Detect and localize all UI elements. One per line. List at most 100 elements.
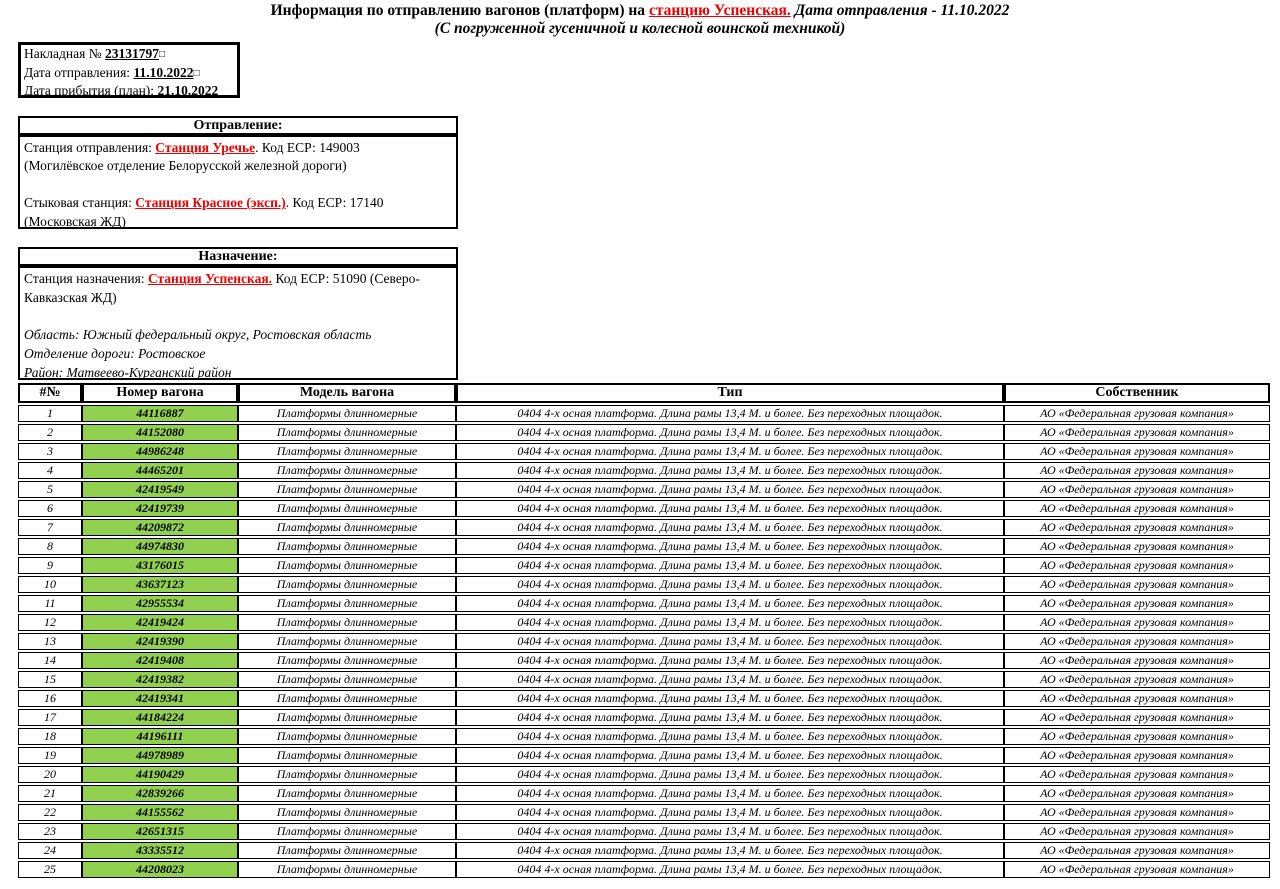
wagon-owner-cell: АО «Федеральная грузовая компания» [1004, 785, 1270, 802]
departure-date-label: Дата отправления: [24, 65, 133, 80]
wagon-type-cell: 0404 4-х осная платформа. Длина рамы 13,… [456, 709, 1004, 726]
wagon-number-cell: 44152080 [82, 424, 238, 441]
wagon-type-cell: 0404 4-х осная платформа. Длина рамы 13,… [456, 557, 1004, 574]
wagon-owner-cell: АО «Федеральная грузовая компания» [1004, 481, 1270, 498]
wagon-model-cell: Платформы длинномерные [238, 557, 456, 574]
wagon-number-cell: 42419424 [82, 614, 238, 631]
row-index-cell: 15 [18, 671, 82, 688]
wagon-owner-cell: АО «Федеральная грузовая компания» [1004, 671, 1270, 688]
wagon-number-cell: 44986248 [82, 443, 238, 460]
title-station-link[interactable]: станцию Успенская. [649, 2, 791, 19]
wagon-type-cell: 0404 4-х осная платформа. Длина рамы 13,… [456, 804, 1004, 821]
wagon-owner-cell: АО «Федеральная грузовая компания» [1004, 614, 1270, 631]
destination-section-header: Назначение: [18, 247, 458, 266]
wagon-type-cell: 0404 4-х осная платформа. Длина рамы 13,… [456, 652, 1004, 669]
wagon-model-cell: Платформы длинномерные [238, 690, 456, 707]
wagon-type-cell: 0404 4-х осная платформа. Длина рамы 13,… [456, 766, 1004, 783]
table-row: 344986248Платформы длинномерные0404 4-х … [18, 443, 1270, 460]
table-row: 1642419341Платформы длинномерные0404 4-х… [18, 690, 1270, 707]
wagon-owner-cell: АО «Федеральная грузовая компания» [1004, 519, 1270, 536]
row-index-cell: 22 [18, 804, 82, 821]
wagon-number-cell: 44974830 [82, 538, 238, 555]
wagon-model-cell: Платформы длинномерные [238, 633, 456, 650]
junction-station-line: Стыковая станция: Станция Красное (эксп.… [24, 194, 452, 212]
wagon-owner-cell: АО «Федеральная грузовая компания» [1004, 500, 1270, 517]
junction-station-label: Стыковая станция: [24, 195, 135, 210]
table-row: 1043637123Платформы длинномерные0404 4-х… [18, 576, 1270, 593]
waybill-number-line: Накладная № 23131797□ [24, 46, 234, 65]
wagon-number-cell: 42419341 [82, 690, 238, 707]
wagon-number-cell: 43335512 [82, 842, 238, 859]
junction-station-link[interactable]: Станция Красное (эксп.) [135, 195, 285, 210]
row-index-cell: 4 [18, 462, 82, 479]
wagon-number-cell: 44209872 [82, 519, 238, 536]
row-index-cell: 9 [18, 557, 82, 574]
wagon-model-cell: Платформы длинномерные [238, 766, 456, 783]
table-row: 2142839266Платформы длинномерные0404 4-х… [18, 785, 1270, 802]
table-row: 2443335512Платформы длинномерные0404 4-х… [18, 842, 1270, 859]
junction-station-code: . Код ЕСР: 17140 [286, 195, 384, 210]
wagon-number-cell: 44196111 [82, 728, 238, 745]
wagon-model-cell: Платформы длинномерные [238, 538, 456, 555]
wagon-owner-cell: АО «Федеральная грузовая компания» [1004, 823, 1270, 840]
table-row: 2342651315Платформы длинномерные0404 4-х… [18, 823, 1270, 840]
wagon-type-cell: 0404 4-х осная платформа. Длина рамы 13,… [456, 614, 1004, 631]
waybill-info-box: Накладная № 23131797□ Дата отправления: … [18, 42, 240, 98]
wagon-type-cell: 0404 4-х осная платформа. Длина рамы 13,… [456, 823, 1004, 840]
header-wagon-number: Номер вагона [82, 383, 238, 403]
table-row: 1442419408Платформы длинномерные0404 4-х… [18, 652, 1270, 669]
wagon-model-cell: Платформы длинномерные [238, 500, 456, 517]
row-index-cell: 19 [18, 747, 82, 764]
wagon-model-cell: Платформы длинномерные [238, 614, 456, 631]
departure-station-code: . Код ЕСР: 149003 [255, 140, 360, 155]
table-row: 1542419382Платформы длинномерные0404 4-х… [18, 671, 1270, 688]
wagon-owner-cell: АО «Федеральная грузовая компания» [1004, 766, 1270, 783]
departure-station-label: Станция отправления: [24, 140, 155, 155]
departure-date-line: Дата отправления: 11.10.2022□ [24, 65, 234, 84]
row-index-cell: 23 [18, 823, 82, 840]
row-index-cell: 14 [18, 652, 82, 669]
page-title: Информация по отправлению вагонов (платф… [0, 2, 1280, 20]
wagon-model-cell: Платформы длинномерные [238, 462, 456, 479]
wagon-number-cell: 42839266 [82, 785, 238, 802]
spacer [24, 308, 452, 326]
wagon-model-cell: Платформы длинномерные [238, 842, 456, 859]
table-row: 2044190429Платформы длинномерные0404 4-х… [18, 766, 1270, 783]
departure-date-mark: □ [193, 68, 199, 79]
wagon-model-cell: Платформы длинномерные [238, 595, 456, 612]
departure-station-note: (Могилёвское отделение Белорусской желез… [24, 157, 452, 175]
wagon-number-cell: 42419390 [82, 633, 238, 650]
row-index-cell: 24 [18, 842, 82, 859]
row-index-cell: 12 [18, 614, 82, 631]
title-prefix: Информация по отправлению вагонов (платф… [271, 2, 649, 19]
destination-station-link[interactable]: Станция Успенская. [148, 271, 272, 286]
table-row: 642419739Платформы длинномерные0404 4-х … [18, 500, 1270, 517]
wagon-owner-cell: АО «Федеральная грузовая компания» [1004, 709, 1270, 726]
waybill-number-label: Накладная № [24, 46, 105, 61]
wagon-owner-cell: АО «Федеральная грузовая компания» [1004, 538, 1270, 555]
destination-section-body: Станция назначения: Станция Успенская. К… [18, 266, 458, 380]
wagon-type-cell: 0404 4-х осная платформа. Длина рамы 13,… [456, 538, 1004, 555]
wagon-type-cell: 0404 4-х осная платформа. Длина рамы 13,… [456, 671, 1004, 688]
wagon-model-cell: Платформы длинномерные [238, 576, 456, 593]
wagon-model-cell: Платформы длинномерные [238, 424, 456, 441]
row-index-cell: 3 [18, 443, 82, 460]
page-subtitle: (С погруженной гусеничной и колесной вои… [0, 20, 1280, 38]
wagon-type-cell: 0404 4-х осная платформа. Длина рамы 13,… [456, 424, 1004, 441]
table-row: 1342419390Платформы длинномерные0404 4-х… [18, 633, 1270, 650]
wagon-owner-cell: АО «Федеральная грузовая компания» [1004, 405, 1270, 422]
destination-region: Область: Южный федеральный округ, Ростов… [24, 326, 452, 345]
wagon-owner-cell: АО «Федеральная грузовая компания» [1004, 595, 1270, 612]
destination-road-division: Отделение дороги: Ростовское [24, 345, 452, 364]
wagon-type-cell: 0404 4-х осная платформа. Длина рамы 13,… [456, 500, 1004, 517]
header-wagon-type: Тип [456, 383, 1004, 403]
wagon-number-cell: 44208023 [82, 861, 238, 878]
wagon-number-cell: 44978989 [82, 747, 238, 764]
row-index-cell: 1 [18, 405, 82, 422]
wagon-number-cell: 43637123 [82, 576, 238, 593]
wagon-type-cell: 0404 4-х осная платформа. Длина рамы 13,… [456, 785, 1004, 802]
departure-station-link[interactable]: Станция Уречье [155, 140, 255, 155]
departure-section-header: Отправление: [18, 116, 458, 135]
wagon-owner-cell: АО «Федеральная грузовая компания» [1004, 690, 1270, 707]
wagon-owner-cell: АО «Федеральная грузовая компания» [1004, 424, 1270, 441]
